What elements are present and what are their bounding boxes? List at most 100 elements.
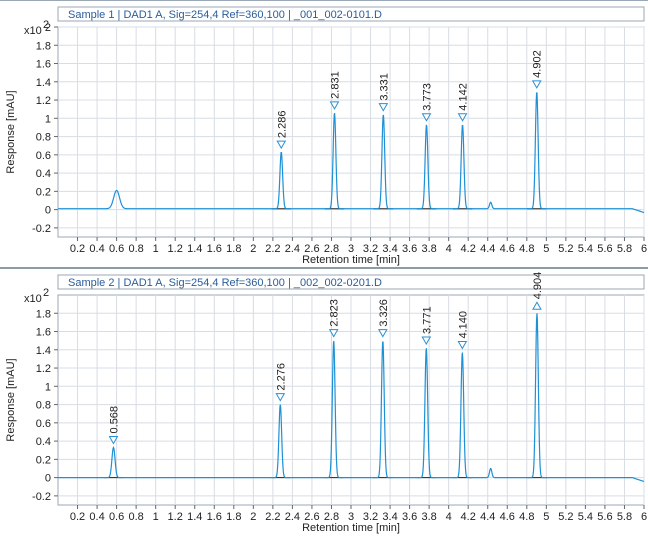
peak-label: 3.326 <box>378 299 390 327</box>
x-tick-label: 1.6 <box>207 243 222 255</box>
y-tick-label: 0 <box>45 205 51 217</box>
x-tick-label: 2.2 <box>265 511 280 523</box>
x-tick-label: 0.6 <box>109 243 124 255</box>
y-tick-label: 1.8 <box>36 40 51 52</box>
x-tick-label: 5 <box>543 511 549 523</box>
x-tick-label: 4.6 <box>500 243 515 255</box>
chart-title: Sample 1 | DAD1 A, Sig=254,4 Ref=360,100… <box>68 9 382 21</box>
x-tick-label: 3.6 <box>402 243 417 255</box>
x-tick-label: 1.4 <box>187 511 202 523</box>
y-tick-label: 1.6 <box>36 59 51 71</box>
x-tick-label: 3.6 <box>402 511 417 523</box>
y-tick-label: 1.8 <box>36 308 51 320</box>
x-tick-label: 4.4 <box>480 243 495 255</box>
y-tick-label: 1 <box>45 113 51 125</box>
x-tick-label: 5.8 <box>617 243 632 255</box>
x-tick-label: 5 <box>543 243 549 255</box>
x-tick-label: 0.8 <box>128 243 143 255</box>
x-tick-label: 2.4 <box>285 511 300 523</box>
peak-label: 4.902 <box>532 50 544 78</box>
x-tick-label: 1.8 <box>226 243 241 255</box>
y-axis-title: Response [mAU] <box>5 90 17 173</box>
x-tick-label: 1.4 <box>187 243 202 255</box>
x-tick-label: 0.4 <box>89 511 104 523</box>
x-tick-label: 4 <box>446 511 452 523</box>
x-tick-label: 0.6 <box>109 511 124 523</box>
y-tick-label: 0.2 <box>36 454 51 466</box>
x-tick-label: 5.6 <box>597 511 612 523</box>
x-tick-label: 2 <box>250 243 256 255</box>
y-tick-label: 0.8 <box>36 132 51 144</box>
x-tick-label: 1.2 <box>168 243 183 255</box>
y-tick-label: 0.6 <box>36 150 51 162</box>
y-tick-label: -0.2 <box>32 491 51 503</box>
y-tick-label: 1.2 <box>36 363 51 375</box>
x-tick-label: 1.2 <box>168 511 183 523</box>
y-tick-label: 1.2 <box>36 95 51 107</box>
y-multiplier-label: x10 <box>24 25 42 37</box>
x-tick-label: 6 <box>641 511 647 523</box>
x-tick-label: 5.4 <box>578 243 593 255</box>
y-tick-label: 1.4 <box>36 345 51 357</box>
y-tick-label: 1.4 <box>36 77 51 89</box>
x-axis-title: Retention time [min] <box>302 254 400 266</box>
x-axis-title: Retention time [min] <box>302 522 400 534</box>
x-tick-label: 1 <box>153 511 159 523</box>
y-tick-label: 1 <box>45 381 51 393</box>
peak-label: 2.823 <box>329 299 341 327</box>
chromatogram-window: Sample 1 | DAD1 A, Sig=254,4 Ref=360,100… <box>0 0 648 536</box>
x-tick-label: 0.2 <box>70 243 85 255</box>
chart-title: Sample 2 | DAD1 A, Sig=254,4 Ref=360,100… <box>68 277 382 289</box>
y-tick-label: -0.2 <box>32 223 51 235</box>
peak-label: 3.771 <box>421 306 433 334</box>
x-tick-label: 6 <box>641 243 647 255</box>
y-multiplier-exponent: 2 <box>43 287 49 299</box>
x-tick-label: 5.2 <box>558 243 573 255</box>
x-tick-label: 4 <box>446 243 452 255</box>
x-tick-label: 4.4 <box>480 511 495 523</box>
peak-label: 0.568 <box>108 406 120 434</box>
x-tick-label: 4.8 <box>519 243 534 255</box>
peak-label: 3.331 <box>378 73 390 101</box>
chromatogram-panel-sample-1[interactable]: Sample 1 | DAD1 A, Sig=254,4 Ref=360,100… <box>0 0 648 267</box>
x-tick-label: 4.2 <box>461 511 476 523</box>
x-tick-label: 0.4 <box>89 243 104 255</box>
y-tick-label: 0.2 <box>36 186 51 198</box>
x-tick-label: 2 <box>250 511 256 523</box>
x-tick-label: 0.8 <box>128 511 143 523</box>
x-tick-label: 4.2 <box>461 243 476 255</box>
peak-label: 4.140 <box>457 311 469 339</box>
peak-label: 3.773 <box>421 83 433 111</box>
chart-svg: Sample 2 | DAD1 A, Sig=254,4 Ref=360,100… <box>5 272 647 534</box>
x-tick-label: 0.2 <box>70 511 85 523</box>
y-tick-label: 0.8 <box>36 400 51 412</box>
y-tick-label: 1.6 <box>36 327 51 339</box>
y-tick-label: 0.4 <box>36 168 51 180</box>
chart-svg: Sample 1 | DAD1 A, Sig=254,4 Ref=360,100… <box>5 6 647 266</box>
x-tick-label: 4.8 <box>519 511 534 523</box>
peak-label: 4.904 <box>532 272 544 300</box>
peak-label: 2.276 <box>275 363 287 391</box>
x-tick-label: 1.6 <box>207 511 222 523</box>
x-tick-label: 5.6 <box>597 243 612 255</box>
peak-label: 4.142 <box>458 83 470 111</box>
y-tick-label: 0.4 <box>36 436 51 448</box>
x-tick-label: 5.8 <box>617 511 632 523</box>
y-tick-label: 0 <box>45 473 51 485</box>
x-tick-label: 2.2 <box>265 243 280 255</box>
y-tick-label: 0.6 <box>36 418 51 430</box>
x-tick-label: 2.4 <box>285 243 300 255</box>
x-tick-label: 3.8 <box>421 243 436 255</box>
x-tick-label: 5.4 <box>578 511 593 523</box>
x-tick-label: 1 <box>153 243 159 255</box>
chromatogram-panel-sample-2[interactable]: Sample 2 | DAD1 A, Sig=254,4 Ref=360,100… <box>0 267 648 536</box>
x-tick-label: 1.8 <box>226 511 241 523</box>
y-multiplier-label: x10 <box>24 293 42 305</box>
y-multiplier-exponent: 2 <box>43 19 49 31</box>
y-axis-title: Response [mAU] <box>5 358 17 441</box>
x-tick-label: 3.8 <box>421 511 436 523</box>
x-tick-label: 4.6 <box>500 511 515 523</box>
x-tick-label: 5.2 <box>558 511 573 523</box>
peak-label: 2.831 <box>329 71 341 99</box>
peak-label: 2.286 <box>276 111 288 139</box>
